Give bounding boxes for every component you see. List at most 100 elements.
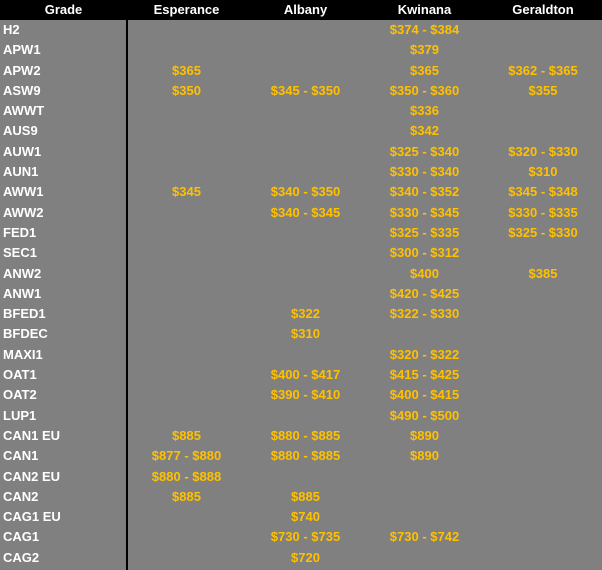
cell-geraldton — [484, 40, 602, 60]
cell-grade: H2 — [3, 22, 20, 37]
cell-esperance — [127, 345, 246, 365]
cell-grade: CAN2 — [3, 488, 39, 504]
cell-geraldton — [484, 365, 602, 385]
cell-geraldton — [484, 548, 602, 568]
table-header: Grade Esperance Albany Kwinana Geraldton — [0, 0, 602, 20]
cell-albany: $345 - $350 — [270, 82, 341, 98]
cell-geraldton: $345 - $348 — [508, 184, 578, 200]
cell-geraldton — [484, 345, 602, 365]
cell-albany: $322 — [291, 306, 320, 322]
cell-grade: AWW2 — [3, 204, 44, 220]
cell-grade: ANW2 — [3, 265, 42, 281]
table-row: ANW1 $420 - $425 — [0, 284, 602, 304]
cell-grade: SEC1 — [3, 245, 37, 261]
cell-esperance — [127, 324, 246, 344]
cell-geraldton — [484, 101, 602, 121]
table-row: SEC1 $300 - $312 — [0, 243, 602, 263]
cell-esperance — [127, 365, 246, 385]
cell-esperance: $885 — [172, 488, 201, 504]
cell-geraldton: $385 — [528, 265, 558, 281]
cell-geraldton — [484, 243, 602, 263]
table-row: CAN2 EU $880 - $888 — [0, 467, 602, 487]
header-geraldton: Geraldton — [512, 2, 574, 17]
cell-grade: AWWT — [3, 103, 45, 119]
cell-geraldton: $320 - $330 — [508, 143, 578, 159]
price-table: Grade Esperance Albany Kwinana Geraldton… — [0, 0, 602, 570]
cell-esperance — [127, 223, 246, 243]
cell-geraldton — [484, 507, 602, 527]
cell-kwinana: $420 - $425 — [389, 285, 460, 301]
cell-kwinana: $320 - $322 — [389, 346, 460, 362]
cell-esperance — [127, 264, 246, 284]
cell-esperance: $877 - $880 — [151, 448, 222, 464]
cell-geraldton — [484, 467, 602, 487]
table-row: CAN1 EU $885 $880 - $885 $890 — [0, 426, 602, 446]
cell-albany: $400 - $417 — [270, 367, 341, 383]
table-row: AUS9 $342 — [0, 121, 602, 141]
cell-grade: AWW1 — [3, 184, 44, 200]
cell-kwinana: $336 — [410, 103, 439, 119]
cell-esperance — [127, 527, 246, 547]
table-row: CAG2 $720 — [0, 548, 602, 568]
cell-albany: $880 - $885 — [270, 448, 341, 464]
cell-esperance — [127, 162, 246, 182]
table-row: APW1 $379 — [0, 40, 602, 60]
header-albany: Albany — [283, 2, 328, 17]
table-row: BFDEC $310 — [0, 324, 602, 344]
cell-grade: CAG2 — [3, 549, 40, 565]
cell-esperance — [127, 203, 246, 223]
cell-kwinana: $350 - $360 — [389, 82, 460, 98]
table-row: CAN2 $885 $885 — [0, 487, 602, 507]
cell-albany: $880 - $885 — [270, 427, 341, 443]
cell-esperance: $880 - $888 — [151, 468, 222, 484]
cell-albany — [246, 243, 365, 263]
cell-kwinana: $330 - $345 — [389, 204, 460, 220]
table-row: ASW9 $350 $345 - $350 $350 - $360 $355 — [0, 81, 602, 101]
table-row: LUP1 $490 - $500 — [0, 406, 602, 426]
cell-albany: $885 — [291, 488, 320, 504]
table-row: MAXI1 $320 - $322 — [0, 345, 602, 365]
cell-kwinana — [365, 507, 484, 527]
cell-geraldton — [484, 304, 602, 324]
cell-grade: OAT1 — [3, 367, 37, 383]
header-grade: Grade — [44, 2, 83, 17]
table-row: ANW2 $400 $385 — [0, 264, 602, 284]
cell-esperance: $365 — [172, 62, 201, 78]
cell-grade: CAG1 — [3, 529, 40, 545]
table-row: CAN1 $877 - $880 $880 - $885 $890 — [0, 446, 602, 466]
cell-grade: CAN1 — [3, 448, 39, 464]
cell-kwinana: $330 - $340 — [389, 164, 460, 180]
cell-grade: AUS9 — [3, 123, 38, 139]
cell-albany — [246, 345, 365, 365]
cell-albany: $310 — [291, 326, 320, 342]
cell-albany — [246, 162, 365, 182]
cell-kwinana: $322 - $330 — [389, 306, 460, 322]
cell-kwinana: $325 - $340 — [389, 143, 460, 159]
cell-kwinana: $300 - $312 — [389, 245, 460, 261]
cell-grade: CAN1 EU — [3, 427, 61, 443]
cell-kwinana — [365, 487, 484, 507]
cell-albany: $720 — [291, 549, 320, 565]
cell-geraldton — [484, 446, 602, 466]
cell-esperance — [127, 548, 246, 568]
cell-esperance: $350 — [172, 82, 201, 98]
cell-geraldton: $325 - $330 — [508, 224, 578, 240]
cell-geraldton: $355 — [528, 82, 558, 98]
table-row: AWWT $336 — [0, 101, 602, 121]
cell-geraldton — [484, 406, 602, 426]
cell-esperance — [127, 121, 246, 141]
cell-esperance: $345 — [172, 184, 201, 200]
cell-albany — [246, 467, 365, 487]
cell-kwinana: $379 — [410, 42, 439, 58]
cell-grade: LUP1 — [3, 407, 37, 423]
cell-geraldton — [484, 426, 602, 446]
cell-grade: CAN2 EU — [3, 468, 61, 484]
cell-esperance — [127, 243, 246, 263]
cell-grade: AUN1 — [3, 164, 39, 180]
cell-grade: BFDEC — [3, 326, 48, 342]
table-row: OAT2 $390 - $410 $400 - $415 — [0, 385, 602, 405]
cell-esperance — [127, 40, 246, 60]
cell-kwinana: $342 — [410, 123, 439, 139]
cell-kwinana: $890 — [410, 427, 439, 443]
cell-albany — [246, 40, 365, 60]
